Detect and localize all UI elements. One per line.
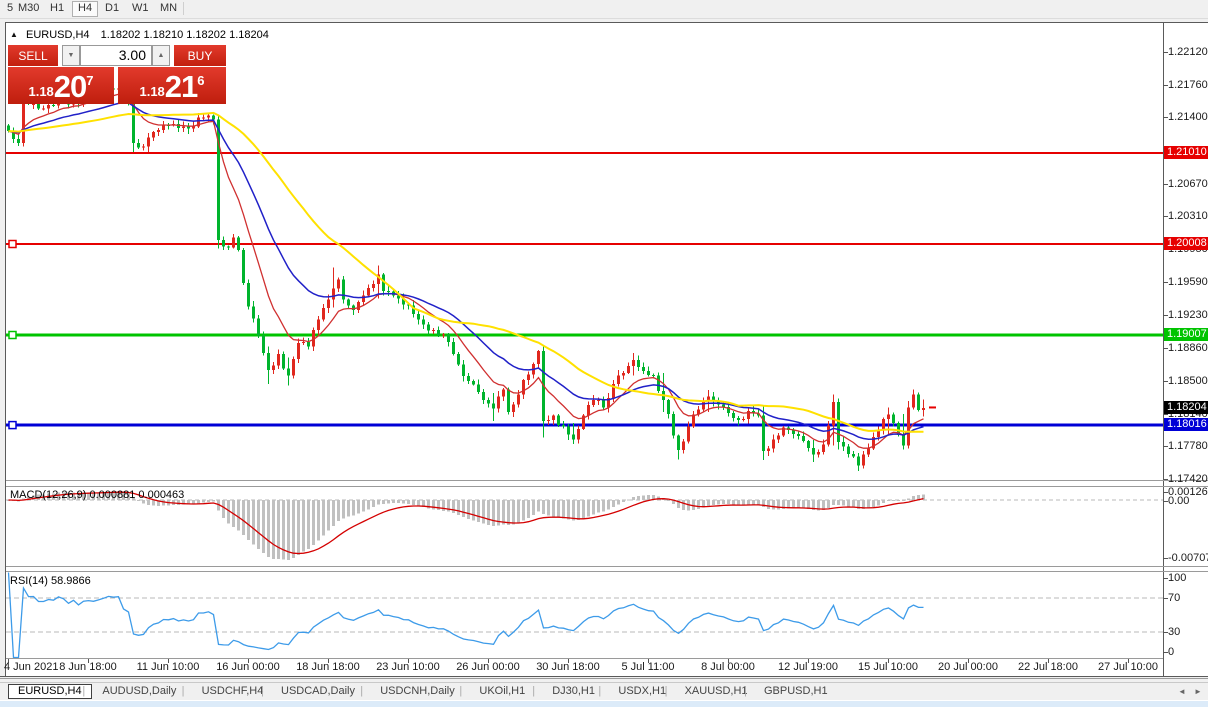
price-axis-label: 1.22120 [1168, 46, 1208, 58]
tab-divider: | [744, 685, 747, 697]
sell-price-big: 20 [54, 71, 86, 103]
sell-button[interactable]: SELL [8, 45, 58, 66]
indicator-axis-label: 100 [1168, 572, 1186, 584]
chart-frame-bottom [0, 676, 1208, 677]
price-axis-label: 1.21760 [1168, 79, 1208, 91]
time-axis-label: 16 Jun 00:00 [216, 661, 280, 673]
sell-price-display[interactable]: 1.18207 [8, 67, 114, 104]
time-axis-label: 30 Jun 18:00 [536, 661, 600, 673]
tab-divider: | [261, 685, 264, 697]
buy-price-big: 21 [165, 71, 197, 103]
chart-tab-eurusd[interactable]: EURUSD,H4 [8, 684, 92, 699]
price-axis-label: 1.19230 [1168, 309, 1208, 321]
price-axis-label: 1.17420 [1168, 473, 1208, 485]
timeframe-button-w1[interactable]: W1 [127, 1, 154, 15]
time-axis-label: 18 Jun 18:00 [296, 661, 360, 673]
time-axis-label: 4 Jun 2021 [4, 661, 58, 673]
chart-frame-bottom-shadow [0, 678, 1208, 679]
indicator-axis-label: 70 [1168, 592, 1180, 604]
price-badge-1.21010: 1.21010 [1164, 146, 1208, 159]
timeframe-button-d1[interactable]: D1 [100, 1, 124, 15]
volume-input[interactable]: 3.00 [80, 45, 152, 66]
timeframe-button-m30[interactable]: M30 [13, 1, 44, 15]
tab-divider: | [459, 685, 462, 697]
time-axis-line [6, 658, 1163, 659]
panel-separator[interactable] [6, 480, 1208, 481]
time-axis-label: 11 Jun 10:00 [137, 661, 200, 673]
chart-tab-audusd[interactable]: AUDUSD,Daily [93, 685, 185, 698]
chart-tab-bar: EURUSD,H4|AUDUSD,Daily|USDCHF,H4|USDCAD,… [0, 682, 1208, 701]
toolbar-separator [183, 2, 184, 15]
tab-divider: | [182, 685, 185, 697]
price-badge-1.18016: 1.18016 [1164, 418, 1208, 431]
time-axis-label: 26 Jun 00:00 [456, 661, 520, 673]
macd-label: MACD(12,26,9) 0.000881 0.000463 [10, 489, 184, 501]
time-axis-label: 8 Jul 00:00 [701, 661, 755, 673]
spinner-down-icon: ▼ [68, 52, 75, 59]
timeframe-toolbar: 5M30H1H4D1W1MN [0, 0, 1208, 19]
panel-separator[interactable] [6, 566, 1208, 567]
price-axis-label: 1.20670 [1168, 178, 1208, 190]
time-axis-label: 8 Jun 18:00 [59, 661, 117, 673]
timeframe-button-h1[interactable]: H1 [45, 1, 69, 15]
rsi-indicator-panel[interactable] [6, 571, 1163, 658]
time-axis-label: 20 Jul 00:00 [938, 661, 998, 673]
indicator-axis-label: -0.00707 [1168, 552, 1208, 564]
chart-tab-ukoil[interactable]: UKOil,H1 [470, 685, 534, 698]
chart-tab-usdcnh[interactable]: USDCNH,Daily [371, 685, 464, 698]
time-axis-label: 12 Jul 19:00 [778, 661, 838, 673]
volume-increase-button[interactable]: ▲ [152, 45, 170, 66]
sell-price-sup: 7 [86, 74, 93, 87]
timeframe-button-mn[interactable]: MN [155, 1, 182, 15]
time-axis-label: 27 Jul 10:00 [1098, 661, 1158, 673]
one-click-trading-panel: SELL ▼ 3.00 ▲ BUY 1.18207 1.18216 [8, 45, 226, 103]
sell-price-small: 1.18 [28, 81, 53, 103]
chart-tab-gbpusd[interactable]: GBPUSD,H1 [755, 685, 837, 698]
indicator-axis-label: 0.00 [1168, 495, 1189, 507]
time-axis-label: 23 Jun 10:00 [376, 661, 440, 673]
tab-scroll-right-icon[interactable]: ► [1194, 687, 1202, 696]
price-axis-label: 1.18860 [1168, 342, 1208, 354]
buy-price-small: 1.18 [139, 81, 164, 103]
tab-scroll-left-icon[interactable]: ◄ [1178, 687, 1186, 696]
chart-tab-dj30[interactable]: DJ30,H1 [543, 685, 604, 698]
price-badge-1.18204: 1.18204 [1164, 401, 1208, 414]
timeframe-button-h4[interactable]: H4 [72, 1, 98, 17]
tab-divider: | [665, 685, 668, 697]
indicator-axis-label: 30 [1168, 626, 1180, 638]
tab-divider: | [532, 685, 535, 697]
time-axis-label: 22 Jul 18:00 [1018, 661, 1078, 673]
price-axis-label: 1.18500 [1168, 375, 1208, 387]
spinner-up-icon: ▲ [158, 52, 165, 59]
price-axis-label: 1.19590 [1168, 276, 1208, 288]
tab-divider: | [82, 685, 85, 697]
chart-tab-usdcad[interactable]: USDCAD,Daily [272, 685, 364, 698]
price-axis-label: 1.17780 [1168, 440, 1208, 452]
rsi-label: RSI(14) 58.9866 [10, 575, 91, 587]
buy-price-display[interactable]: 1.18216 [118, 67, 226, 104]
volume-decrease-button[interactable]: ▼ [62, 45, 80, 66]
tab-divider: | [598, 685, 601, 697]
time-axis-label: 15 Jul 10:00 [858, 661, 918, 673]
time-axis-label: 5 Jul 11:00 [621, 661, 674, 673]
buy-button[interactable]: BUY [174, 45, 226, 66]
price-axis-label: 1.21400 [1168, 111, 1208, 123]
indicator-axis-label: 0 [1168, 646, 1174, 658]
price-badge-1.20008: 1.20008 [1164, 237, 1208, 250]
buy-price-sup: 6 [197, 74, 204, 87]
price-badge-1.19007: 1.19007 [1164, 328, 1208, 341]
price-axis-label: 1.20310 [1168, 210, 1208, 222]
tab-divider: | [360, 685, 363, 697]
